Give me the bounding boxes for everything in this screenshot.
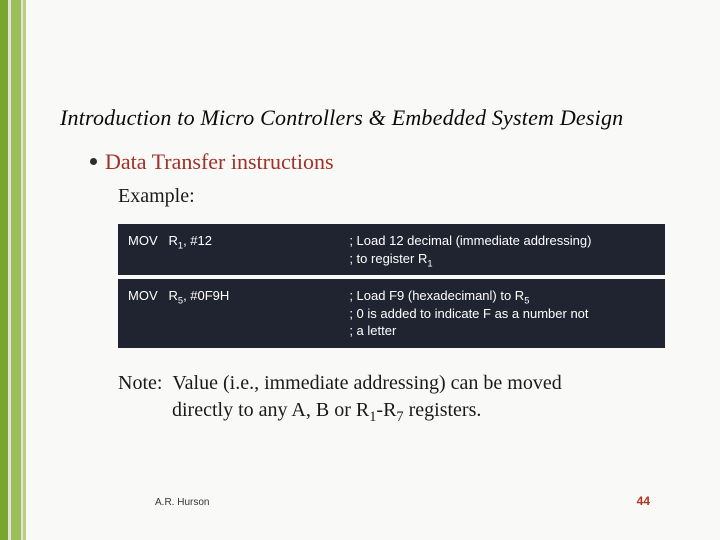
arg-text: , #12 bbox=[183, 233, 212, 248]
code-row: MOV R1, #12 ; Load 12 decimal (immediate… bbox=[118, 224, 665, 279]
arg-text: , #0F9H bbox=[183, 288, 229, 303]
bullet-text: Data Transfer instructions bbox=[105, 149, 334, 175]
slide-content: Introduction to Micro Controllers & Embe… bbox=[60, 105, 665, 510]
note-span: registers. bbox=[404, 399, 482, 421]
comment-cell: ; Load 12 decimal (immediate addressing)… bbox=[349, 232, 655, 267]
note-line: Note: Value (i.e., immediate addressing)… bbox=[118, 372, 562, 394]
bullet-row: Data Transfer instructions bbox=[60, 149, 665, 175]
reg-sub: 7 bbox=[396, 409, 403, 425]
note-text-line2: directly to any A, B or R1-R7 registers. bbox=[60, 397, 665, 424]
stripe bbox=[11, 0, 21, 540]
stripe bbox=[23, 0, 26, 540]
footer-page-number: 44 bbox=[637, 494, 650, 508]
instruction-cell: MOV R5, #0F9H bbox=[128, 287, 349, 340]
mnemonic: MOV bbox=[128, 233, 158, 248]
arg-text: R bbox=[168, 233, 177, 248]
stripe bbox=[0, 0, 8, 540]
decorative-sidebar bbox=[0, 0, 38, 540]
mnemonic: MOV bbox=[128, 288, 158, 303]
note-span: -R bbox=[376, 399, 396, 421]
code-row: MOV R5, #0F9H ; Load F9 (hexadecimanl) t… bbox=[118, 279, 665, 348]
note-span: directly to any A, B or R bbox=[172, 399, 369, 421]
comment-cell: ; Load F9 (hexadecimanl) to R5; 0 is add… bbox=[349, 287, 655, 340]
note-text: Note: Value (i.e., immediate addressing)… bbox=[60, 370, 665, 397]
slide-title: Introduction to Micro Controllers & Embe… bbox=[60, 105, 665, 131]
bullet-dot-icon bbox=[90, 158, 97, 165]
example-label: Example: bbox=[60, 185, 665, 208]
instruction-cell: MOV R1, #12 bbox=[128, 232, 349, 267]
footer-author: A.R. Hurson bbox=[155, 497, 209, 508]
arg-text: R bbox=[168, 288, 177, 303]
code-table: MOV R1, #12 ; Load 12 decimal (immediate… bbox=[118, 224, 665, 348]
